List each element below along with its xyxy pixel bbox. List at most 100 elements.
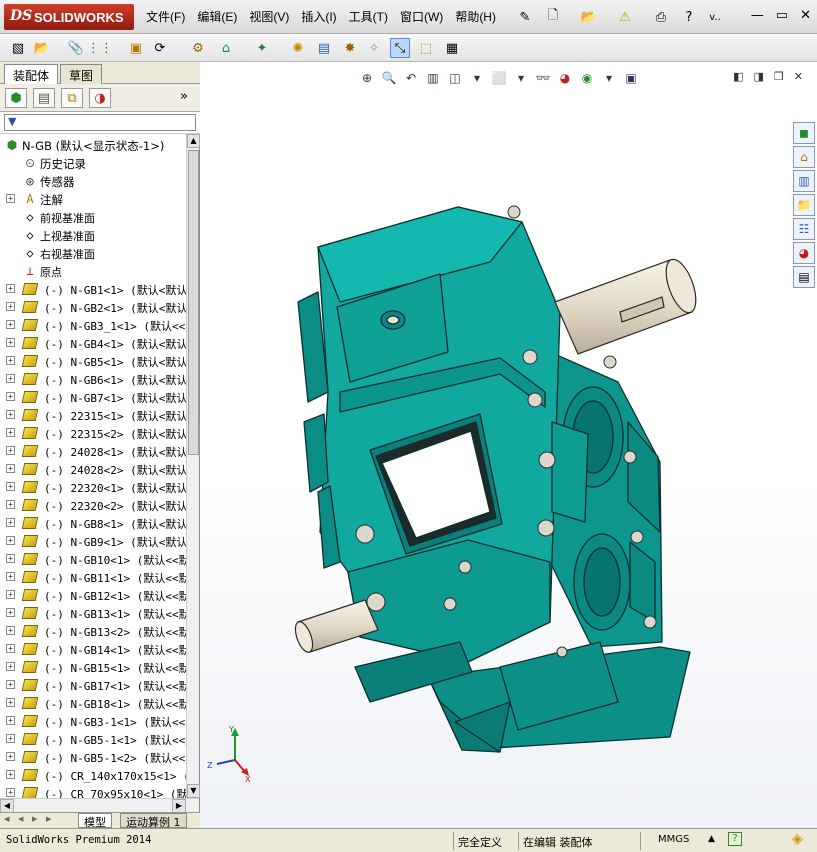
tree-row-component[interactable]: + (-) CR_70x95x10<1> (默认 bbox=[0, 784, 186, 798]
exploded-view-icon[interactable]: ✸ bbox=[340, 38, 360, 58]
viewport-split-vertical-icon[interactable]: ◨ bbox=[754, 70, 764, 83]
tag-icon[interactable]: ◈ bbox=[792, 831, 803, 847]
restore-button[interactable]: ▭ bbox=[776, 8, 788, 23]
close-button[interactable]: ✕ bbox=[800, 8, 811, 23]
menu-help[interactable]: 帮助(H) bbox=[455, 8, 496, 25]
tree-row-plane[interactable]: ◇ 上视基准面 bbox=[0, 226, 186, 244]
pin-icon[interactable]: ✎ bbox=[516, 8, 534, 26]
view-palette-icon[interactable]: ☷ bbox=[793, 218, 815, 240]
print-icon[interactable]: ⎙ bbox=[652, 8, 670, 26]
dynamic-annotation-icon[interactable]: ◫ bbox=[444, 68, 466, 88]
expand-toggle-icon[interactable]: + bbox=[6, 464, 15, 473]
interference-detection-icon[interactable]: ⤡ bbox=[390, 38, 410, 58]
tree-row-component[interactable]: + (-) N-GB13<1> (默认<<默 bbox=[0, 604, 186, 622]
hole-alignment-icon[interactable]: ▦ bbox=[442, 38, 462, 58]
expand-toggle-icon[interactable]: + bbox=[6, 518, 15, 527]
expand-toggle-icon[interactable]: + bbox=[6, 572, 15, 581]
expand-toggle-icon[interactable]: + bbox=[6, 194, 15, 203]
tab-motion-study-1[interactable]: 运动算例 1 bbox=[120, 813, 187, 829]
paperclip-icon[interactable]: 📎 bbox=[66, 38, 86, 58]
menu-file[interactable]: 文件(F) bbox=[146, 8, 185, 25]
tree-row-component[interactable]: + (-) N-GB1<1> (默认<默认 bbox=[0, 280, 186, 298]
rebuild-status-icon[interactable]: ? bbox=[728, 832, 742, 846]
tree-row-component[interactable]: + (-) N-GB5-1<1> (默认<<默 bbox=[0, 730, 186, 748]
tree-row-component[interactable]: + (-) N-GB15<1> (默认<<默 bbox=[0, 658, 186, 676]
expand-toggle-icon[interactable]: + bbox=[6, 752, 15, 761]
show-hidden-icon[interactable]: ⚙ bbox=[188, 38, 208, 58]
expand-toggle-icon[interactable]: + bbox=[6, 482, 15, 491]
scroll-down-arrow-icon[interactable]: ▼ bbox=[187, 784, 200, 798]
expand-toggle-icon[interactable]: + bbox=[6, 284, 15, 293]
open-folder-icon[interactable]: 📂 bbox=[580, 8, 598, 26]
menu-insert[interactable]: 插入(I) bbox=[301, 8, 336, 25]
tree-row-component[interactable]: + (-) N-GB12<1> (默认<<默 bbox=[0, 586, 186, 604]
insert-component-icon[interactable]: ▧ bbox=[8, 38, 28, 58]
tree-horizontal-scrollbar[interactable]: ◀ ▶ bbox=[0, 798, 199, 813]
tree-row-component[interactable]: + (-) N-GB3-1<1> (默认<<默 bbox=[0, 712, 186, 730]
expand-toggle-icon[interactable]: + bbox=[6, 356, 15, 365]
tree-vertical-scrollbar[interactable]: ▲ ▼ bbox=[186, 134, 200, 798]
tree-row-component[interactable]: + (-) CR_140x170x15<1> (默 bbox=[0, 766, 186, 784]
expand-toggle-icon[interactable]: + bbox=[6, 644, 15, 653]
tree-row-component[interactable]: + (-) N-GB8<1> (默认<默认 bbox=[0, 514, 186, 532]
edit-appearance-icon[interactable]: 👓 bbox=[532, 68, 554, 88]
unit-dropdown-icon[interactable]: ▲ bbox=[708, 834, 715, 844]
expand-toggle-icon[interactable]: + bbox=[6, 590, 15, 599]
open-icon[interactable]: 📂 bbox=[32, 38, 52, 58]
expand-toggle-icon[interactable]: + bbox=[6, 320, 15, 329]
zoom-to-fit-icon[interactable]: ⊕ bbox=[356, 68, 378, 88]
design-library-icon[interactable]: ▥ bbox=[793, 170, 815, 192]
expand-toggle-icon[interactable]: + bbox=[6, 446, 15, 455]
scroll-left-arrow-icon[interactable]: ◀ bbox=[0, 799, 14, 813]
tab-sketch[interactable]: 草图 bbox=[60, 64, 103, 84]
screen-capture-icon[interactable]: ▣ bbox=[620, 68, 642, 88]
expand-toggle-icon[interactable]: + bbox=[6, 500, 15, 509]
tree-row-root[interactable]: ⬢ N-GB (默认<显示状态-1>) bbox=[0, 136, 186, 154]
filter-icon[interactable]: ▼ bbox=[8, 115, 16, 128]
tree-row-component[interactable]: + (-) 22320<2> (默认<默认 bbox=[0, 496, 186, 514]
tree-row-component[interactable]: + (-) N-GB5<1> (默认<默认 bbox=[0, 352, 186, 370]
tree-row-plane[interactable]: ◇ 右视基准面 bbox=[0, 244, 186, 262]
tree-row-component[interactable]: + (-) 22320<1> (默认<默认 bbox=[0, 478, 186, 496]
view-settings-icon[interactable]: ◉ bbox=[576, 68, 598, 88]
custom-properties-icon[interactable]: ▤ bbox=[793, 266, 815, 288]
expand-toggle-icon[interactable]: + bbox=[6, 608, 15, 617]
expand-toggle-icon[interactable]: + bbox=[6, 626, 15, 635]
scroll-up-arrow-icon[interactable]: ▲ bbox=[187, 134, 200, 148]
appearances-icon[interactable]: ◕ bbox=[793, 242, 815, 264]
tree-row-component[interactable]: + (-) N-GB2<1> (默认<默认 bbox=[0, 298, 186, 316]
expand-toggle-icon[interactable]: + bbox=[6, 392, 15, 401]
component-pattern-icon[interactable]: ▣ bbox=[126, 38, 146, 58]
expand-toggle-icon[interactable]: + bbox=[6, 698, 15, 707]
expand-toggle-icon[interactable]: + bbox=[6, 662, 15, 671]
tree-row-origin[interactable]: ⊥ 原点 bbox=[0, 262, 186, 280]
view-orientation-icon[interactable]: ▾ bbox=[466, 68, 488, 88]
expand-toggle-icon[interactable]: + bbox=[6, 428, 15, 437]
previous-view-icon[interactable]: ↶ bbox=[400, 68, 422, 88]
expand-toggle-icon[interactable]: + bbox=[6, 536, 15, 545]
display-manager-icon[interactable]: ◑ bbox=[89, 88, 111, 108]
new-document-icon[interactable]: 🗋 bbox=[544, 8, 562, 26]
property-manager-icon[interactable]: ▤ bbox=[33, 88, 55, 108]
viewport-restore-icon[interactable]: ❐ bbox=[774, 70, 784, 83]
tree-row-component[interactable]: + (-) 22315<1> (默认<默认 bbox=[0, 406, 186, 424]
mate-icon[interactable]: ⋮⋮ bbox=[87, 38, 113, 58]
apply-scene-icon[interactable]: ◕ bbox=[554, 68, 576, 88]
move-component-icon[interactable]: ⟳ bbox=[150, 38, 170, 58]
tree-row-component[interactable]: + (-) N-GB7<1> (默认<默认 bbox=[0, 388, 186, 406]
solidworks-logo[interactable]: DS SOLIDWORKS bbox=[4, 4, 134, 30]
help-search-field[interactable]: v.. bbox=[700, 8, 730, 26]
rebuild-warning-icon[interactable]: ⚠ bbox=[616, 8, 634, 26]
tree-row-history[interactable]: ⏲ 历史记录 bbox=[0, 154, 186, 172]
tree-row-component[interactable]: + (-) 24028<1> (默认<默认 bbox=[0, 442, 186, 460]
help-icon[interactable]: ? bbox=[680, 8, 698, 26]
bill-of-materials-icon[interactable]: ▤ bbox=[314, 38, 334, 58]
hide-show-items-icon[interactable]: ▾ bbox=[510, 68, 532, 88]
menu-view[interactable]: 视图(V) bbox=[249, 8, 289, 25]
expand-toggle-icon[interactable]: + bbox=[6, 302, 15, 311]
tree-row-annotation[interactable]: + A 注解 bbox=[0, 190, 186, 208]
file-explorer-icon[interactable]: 📁 bbox=[793, 194, 815, 216]
explode-line-sketch-icon[interactable]: ✧ bbox=[364, 38, 384, 58]
expand-toggle-icon[interactable]: + bbox=[6, 410, 15, 419]
tab-model[interactable]: 模型 bbox=[78, 813, 112, 829]
